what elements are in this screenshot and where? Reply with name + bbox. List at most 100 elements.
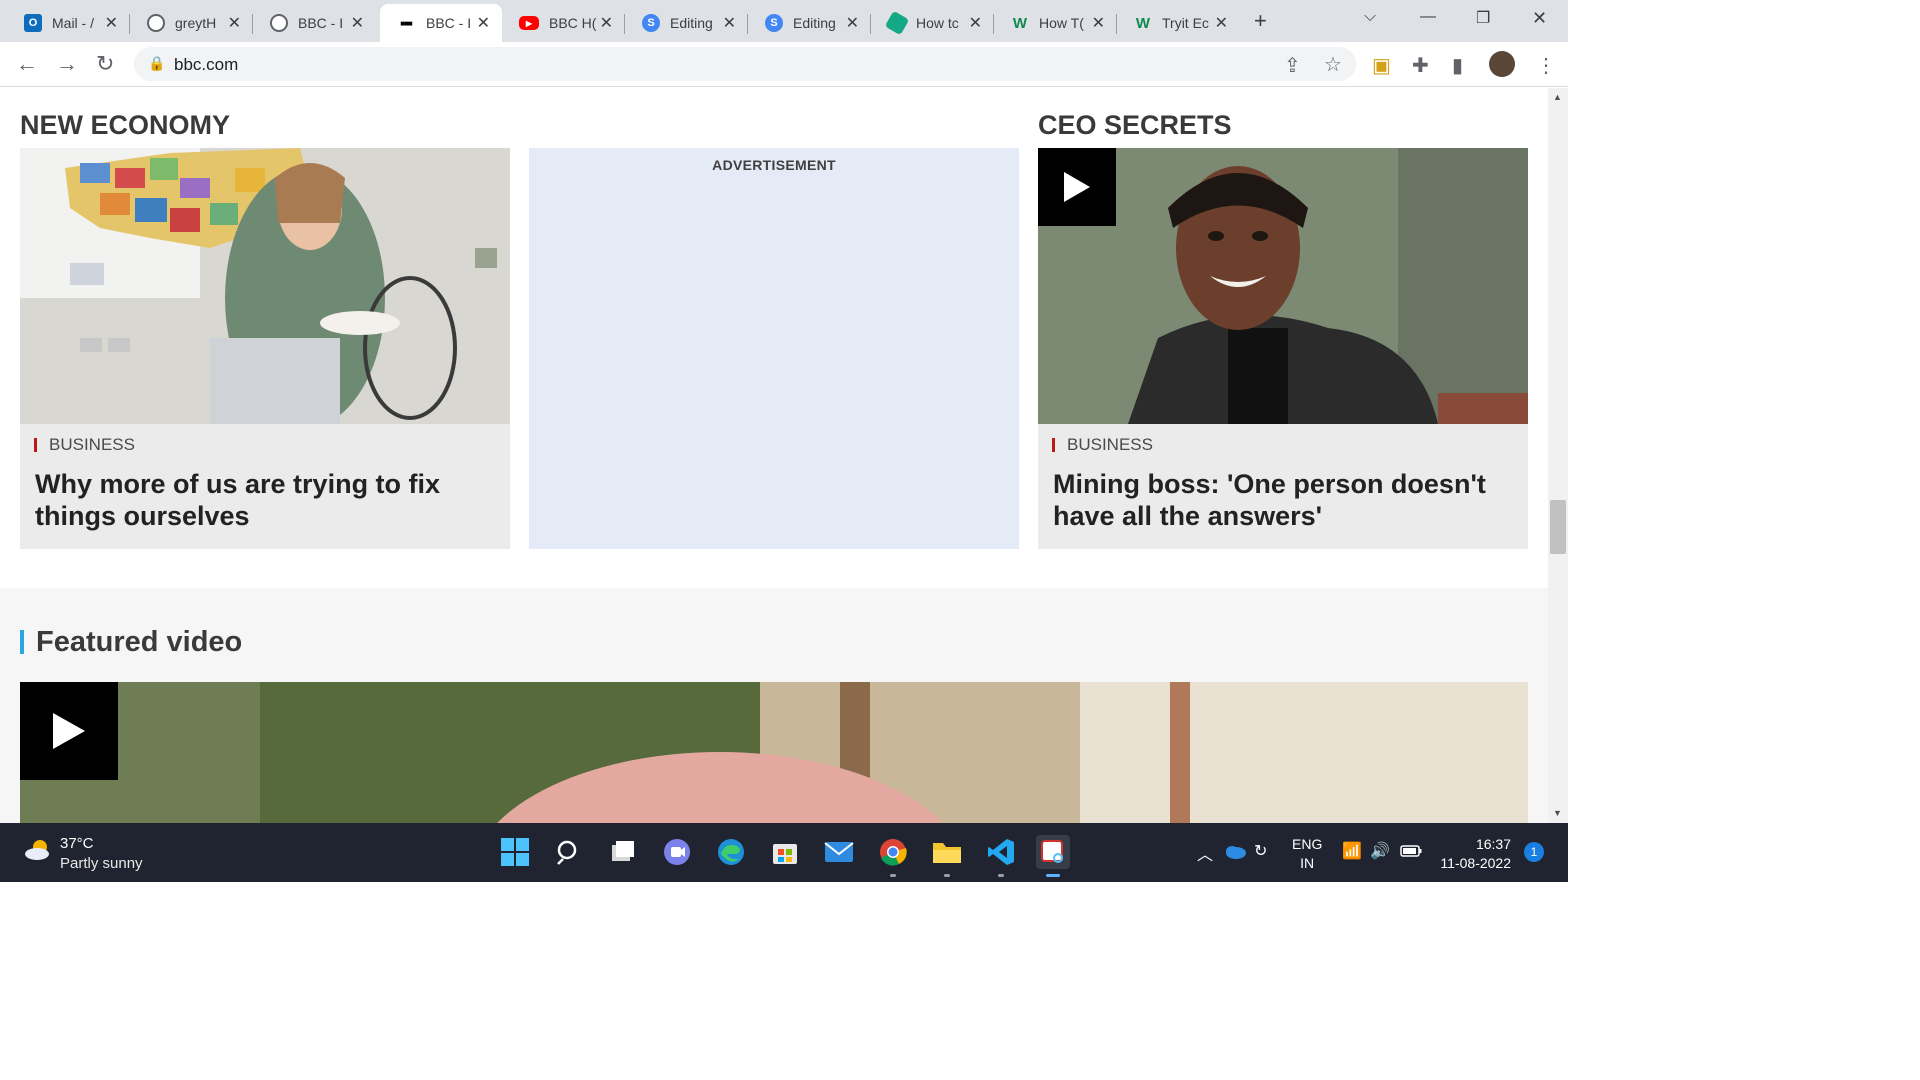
close-icon[interactable]: ✕ <box>351 13 364 33</box>
tab-bbc-1[interactable]: BBC - I ✕ <box>254 4 376 42</box>
tab-separator <box>747 14 748 34</box>
tab-strip: O Mail - / ✕ greytH ✕ BBC - I ✕ ■■■ BBC … <box>0 0 1568 42</box>
snipping-tool-button[interactable] <box>1036 835 1070 877</box>
close-icon[interactable]: ✕ <box>1215 13 1228 33</box>
tab-how-to-2[interactable]: W How T( ✕ <box>995 4 1117 42</box>
chrome-icon <box>880 839 907 866</box>
menu-kebab-icon[interactable]: ⋮ <box>1536 53 1556 78</box>
story-card-ceo-secrets[interactable]: BUSINESS Mining boss: 'One person doesn'… <box>1038 148 1528 549</box>
close-icon[interactable]: ✕ <box>1092 13 1105 33</box>
clock-time: 16:37 <box>1475 836 1511 852</box>
story-image[interactable] <box>20 148 510 424</box>
teams-chat-button[interactable] <box>660 835 694 869</box>
close-icon[interactable]: ✕ <box>846 13 859 33</box>
featured-video-thumbnail[interactable] <box>20 682 1528 823</box>
tab-editing-2[interactable]: S Editing ✕ <box>749 4 871 42</box>
folder-icon <box>933 843 961 863</box>
url-text[interactable]: bbc.com <box>174 55 238 75</box>
minimize-icon[interactable]: — <box>1420 8 1436 26</box>
tab-label: Editing <box>670 15 713 31</box>
chevron-up-icon[interactable]: ︿ <box>1197 841 1213 865</box>
task-view-button[interactable] <box>606 835 640 869</box>
close-icon[interactable]: ✕ <box>600 13 613 33</box>
tab-tryit[interactable]: W Tryit Ec ✕ <box>1118 4 1240 42</box>
back-arrow-icon[interactable]: ← <box>16 51 38 77</box>
task-view-icon <box>612 841 634 861</box>
edge-button[interactable] <box>714 835 748 869</box>
category-label[interactable]: BUSINESS <box>1052 436 1153 453</box>
scrollbar-thumb[interactable] <box>1550 500 1566 554</box>
story-headline[interactable]: Why more of us are trying to fix things … <box>35 468 505 532</box>
tab-separator <box>993 14 994 34</box>
new-tab-button[interactable]: + <box>1254 8 1267 34</box>
address-bar[interactable]: 🔒 bbc.com ⇪ ☆ <box>134 47 1356 81</box>
story-card-new-economy[interactable]: BUSINESS Why more of us are trying to fi… <box>20 148 510 549</box>
forward-arrow-icon[interactable]: → <box>56 51 78 77</box>
tab-separator <box>252 14 253 34</box>
input-language[interactable]: ENG IN <box>1292 835 1322 873</box>
edge-icon <box>718 839 744 865</box>
region-code: IN <box>1300 855 1315 871</box>
close-icon[interactable]: ✕ <box>477 13 490 33</box>
tab-bbc-active[interactable]: ■■■ BBC - I ✕ <box>380 4 502 42</box>
chrome-button[interactable] <box>876 835 910 877</box>
search-button[interactable] <box>552 835 586 869</box>
section-title-new-economy[interactable]: NEW ECONOMY <box>20 110 230 141</box>
close-icon[interactable]: ✕ <box>969 13 982 33</box>
tab-search-icon[interactable]: ⌵ <box>1364 8 1376 26</box>
bookmark-star-icon[interactable]: ☆ <box>1324 52 1342 77</box>
window-close-icon[interactable]: ✕ <box>1532 8 1547 29</box>
category-label[interactable]: BUSINESS <box>34 436 135 453</box>
battery-icon[interactable] <box>1400 845 1422 857</box>
search-icon <box>557 840 577 865</box>
side-panel-icon[interactable]: ▮ <box>1452 53 1463 78</box>
lock-icon[interactable]: 🔒 <box>148 55 165 72</box>
close-icon[interactable]: ✕ <box>723 13 736 33</box>
tab-how-to-1[interactable]: How tc ✕ <box>872 4 994 42</box>
extension-icon[interactable]: ▣ <box>1372 53 1391 78</box>
file-explorer-button[interactable] <box>930 835 964 877</box>
tab-separator <box>624 14 625 34</box>
volume-icon[interactable]: 🔊 <box>1370 841 1390 861</box>
scroll-up-arrow-icon[interactable]: ▲ <box>1553 92 1562 102</box>
mail-icon <box>824 842 854 862</box>
system-clock[interactable]: 16:37 11-08-2022 <box>1437 835 1511 873</box>
play-button[interactable] <box>1038 148 1116 226</box>
start-button[interactable] <box>498 835 532 869</box>
vscode-button[interactable] <box>984 835 1018 877</box>
running-indicator <box>1046 874 1060 877</box>
browser-toolbar: ← → ↻ 🔒 bbc.com ⇪ ☆ ▣ ✚ ▮ ⋮ <box>0 42 1568 87</box>
page-scrollbar[interactable]: ▲ ▼ <box>1548 88 1568 823</box>
tab-bbc-youtube[interactable]: ▶ BBC H( ✕ <box>503 4 625 42</box>
close-icon[interactable]: ✕ <box>228 13 241 33</box>
advertisement-slot[interactable]: ADVERTISEMENT <box>529 148 1019 549</box>
tab-mail[interactable]: O Mail - / ✕ <box>8 4 130 42</box>
notification-badge[interactable]: 1 <box>1524 842 1544 862</box>
sync-icon[interactable]: ↻ <box>1254 841 1267 861</box>
wifi-icon[interactable]: 📶 <box>1342 841 1362 861</box>
avatar[interactable] <box>1489 51 1515 77</box>
tab-greyth[interactable]: greytH ✕ <box>131 4 253 42</box>
weather-description[interactable]: Partly sunny <box>60 855 143 872</box>
puzzle-icon[interactable]: ✚ <box>1412 53 1429 78</box>
store-button[interactable] <box>768 835 802 869</box>
web-page: NEW ECONOMY CEO SECRETS BUSINESS Why mor… <box>0 88 1548 823</box>
restore-icon[interactable]: ❐ <box>1476 8 1490 28</box>
tab-label: BBC - I <box>426 15 472 31</box>
play-button[interactable] <box>20 682 118 780</box>
tab-editing-1[interactable]: S Editing ✕ <box>626 4 748 42</box>
temperature[interactable]: 37°C <box>60 835 94 852</box>
mail-button[interactable] <box>822 835 856 869</box>
editor-icon: S <box>642 14 660 32</box>
advertisement-label: ADVERTISEMENT <box>712 157 836 173</box>
featured-video-title[interactable]: Featured video <box>20 628 242 657</box>
section-title-ceo-secrets[interactable]: CEO SECRETS <box>1038 110 1232 141</box>
scroll-down-arrow-icon[interactable]: ▼ <box>1553 808 1562 818</box>
partly-sunny-icon[interactable] <box>24 839 52 861</box>
onedrive-icon[interactable] <box>1224 843 1246 859</box>
story-headline[interactable]: Mining boss: 'One person doesn't have al… <box>1053 468 1523 532</box>
reload-icon[interactable]: ↻ <box>96 51 114 77</box>
close-icon[interactable]: ✕ <box>105 13 118 33</box>
share-icon[interactable]: ⇪ <box>1284 53 1301 78</box>
story-image[interactable] <box>1038 148 1528 424</box>
